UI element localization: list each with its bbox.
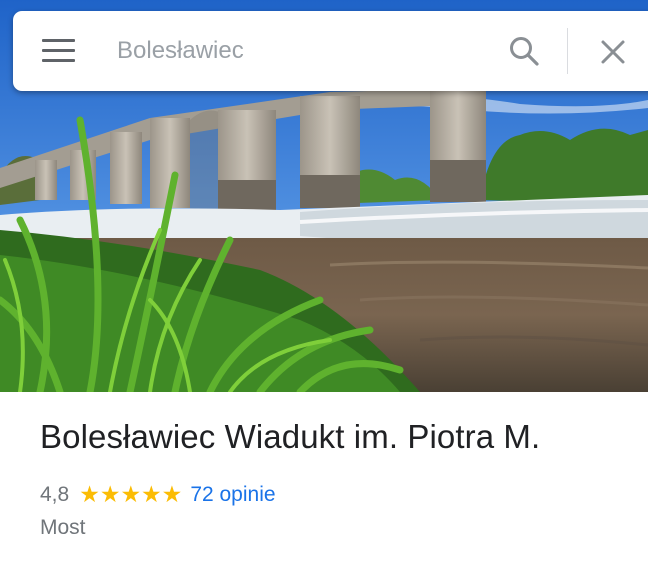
place-info-panel: Bolesławiec Wiadukt im. Piotra M. 4,8 ★★… — [0, 392, 648, 569]
reviews-link[interactable]: 72 opinie — [190, 483, 275, 507]
search-divider — [567, 28, 568, 74]
search-input[interactable] — [117, 11, 487, 91]
search-bar — [13, 11, 648, 91]
rating-value: 4,8 — [40, 482, 70, 506]
search-icon[interactable] — [508, 35, 540, 67]
place-category: Most — [40, 516, 86, 539]
close-icon[interactable] — [598, 37, 628, 67]
place-title: Bolesławiec Wiadukt im. Piotra M. — [40, 418, 541, 455]
star-rating-icon: ★★★★★ — [79, 481, 183, 507]
hamburger-menu-icon[interactable] — [42, 39, 76, 63]
rating-row: 4,8 ★★★★★ 72 opinie — [40, 481, 276, 508]
